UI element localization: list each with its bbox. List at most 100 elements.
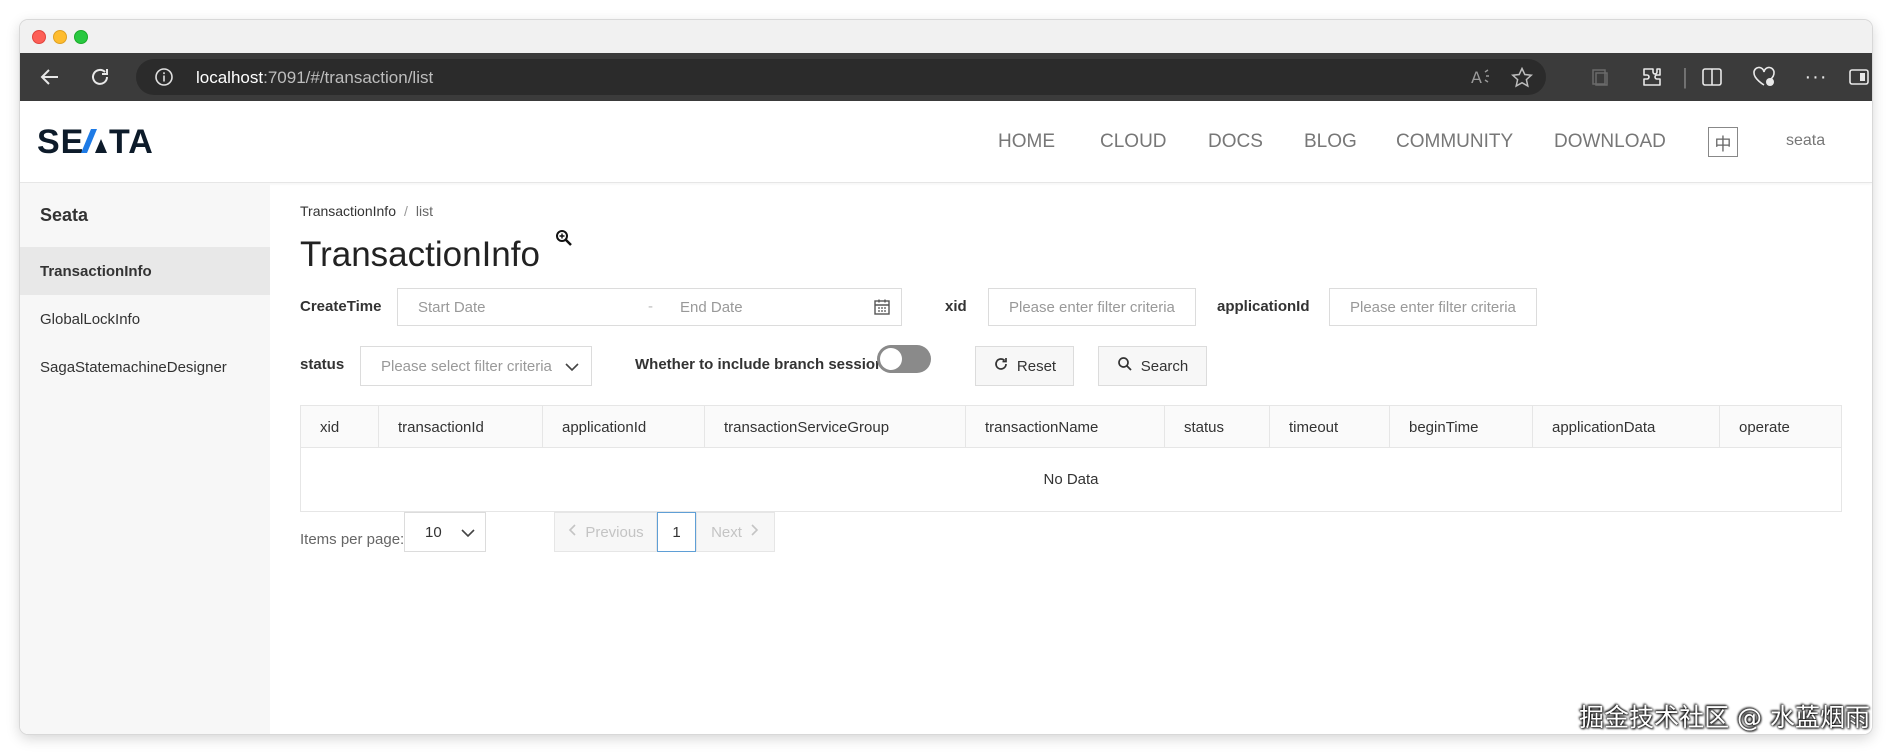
page-size-select[interactable]: 10 bbox=[404, 512, 486, 552]
next-page-button[interactable]: Next bbox=[696, 512, 775, 552]
reset-button-label: Reset bbox=[1016, 357, 1057, 375]
status-select[interactable]: Please select filter criteria bbox=[360, 346, 592, 386]
table-header: xid transactionId applicationId transact… bbox=[301, 406, 1841, 448]
browser-window: localhost:7091/#/transaction/list A | ··… bbox=[20, 20, 1872, 734]
url-host: localhost bbox=[196, 68, 264, 87]
column-header-begintime: beginTime bbox=[1390, 406, 1533, 448]
sidebar-item-label: GlobalLockInfo bbox=[40, 310, 141, 328]
nav-blog[interactable]: BLOG bbox=[1304, 131, 1357, 153]
site-info-icon[interactable] bbox=[154, 67, 174, 92]
sidebar-item-sagastatemachinedesigner[interactable]: SagaStatemachineDesigner bbox=[20, 343, 270, 391]
pagination: Previous 1 Next bbox=[554, 512, 775, 552]
seata-console: SE TA HOME CLOUD DOCS BLOG COMMUNITY DOW… bbox=[20, 101, 1872, 734]
nav-download[interactable]: DOWNLOAD bbox=[1554, 131, 1666, 153]
date-range-separator: - bbox=[648, 298, 653, 315]
nav-docs[interactable]: DOCS bbox=[1208, 131, 1263, 153]
xid-label: xid bbox=[945, 298, 967, 315]
watermark: 掘金技术社区 @ 水蓝烟雨 bbox=[1579, 703, 1870, 732]
refresh-icon bbox=[993, 356, 1009, 376]
page-title: TransactionInfo bbox=[300, 235, 540, 274]
search-icon bbox=[1117, 356, 1133, 376]
favorite-star-icon[interactable] bbox=[1510, 66, 1534, 93]
next-page-label: Next bbox=[711, 523, 742, 541]
breadcrumb-current: list bbox=[415, 203, 433, 219]
toolbar-divider: | bbox=[1682, 64, 1688, 89]
breadcrumb-root[interactable]: TransactionInfo bbox=[300, 203, 396, 219]
search-button-label: Search bbox=[1140, 357, 1189, 375]
column-header-operate: operate bbox=[1739, 418, 1790, 436]
nav-home[interactable]: HOME bbox=[998, 131, 1055, 153]
more-options-icon[interactable]: ··· bbox=[1796, 53, 1836, 101]
sidebar-item-label: TransactionInfo bbox=[40, 262, 152, 280]
read-aloud-icon[interactable]: A bbox=[1470, 67, 1492, 92]
svg-text:A: A bbox=[1471, 68, 1482, 87]
table-empty-message: No Data bbox=[1043, 471, 1099, 488]
maximize-window-button[interactable] bbox=[74, 30, 88, 44]
column-header-transactionname: transactionName bbox=[966, 406, 1165, 448]
back-arrow-icon[interactable] bbox=[30, 53, 70, 101]
column-header-transactionid: transactionId bbox=[379, 406, 543, 448]
chevron-down-icon bbox=[459, 524, 477, 547]
minimize-window-button[interactable] bbox=[53, 30, 67, 44]
status-select-placeholder: Please select filter criteria bbox=[381, 358, 552, 375]
nav-community[interactable]: COMMUNITY bbox=[1396, 131, 1513, 153]
column-header-applicationid: applicationId bbox=[543, 406, 705, 448]
svg-text:TA: TA bbox=[109, 123, 154, 159]
calendar-icon[interactable] bbox=[873, 298, 891, 321]
items-per-page-label: Items per page: bbox=[300, 531, 405, 548]
page-size-value: 10 bbox=[425, 524, 442, 541]
sidebar-item-transactioninfo[interactable]: TransactionInfo bbox=[20, 247, 270, 295]
split-screen-icon[interactable] bbox=[1692, 53, 1732, 101]
seata-logo[interactable]: SE TA bbox=[37, 123, 157, 159]
address-bar[interactable]: localhost:7091/#/transaction/list A bbox=[136, 59, 1546, 95]
column-header-xid: xid bbox=[301, 406, 379, 448]
applicationid-filter-input[interactable] bbox=[1329, 288, 1537, 326]
browser-essentials-icon[interactable] bbox=[1744, 53, 1784, 101]
url-text: localhost:7091/#/transaction/list bbox=[196, 68, 433, 88]
chevron-left-icon bbox=[567, 523, 579, 541]
column-header-timeout: timeout bbox=[1270, 406, 1390, 448]
status-label: status bbox=[300, 356, 345, 373]
applicationid-label: applicationId bbox=[1217, 298, 1310, 315]
createtime-range-picker[interactable]: Start Date - End Date bbox=[397, 288, 902, 326]
zoom-cursor-icon bbox=[555, 229, 573, 251]
window-titlebar bbox=[20, 20, 1872, 53]
column-header-status: status bbox=[1165, 406, 1270, 448]
breadcrumb: TransactionInfo / list bbox=[300, 203, 433, 219]
reload-icon[interactable] bbox=[80, 53, 120, 101]
page-number-button[interactable]: 1 bbox=[657, 512, 696, 552]
sidebar: Seata TransactionInfo GlobalLockInfo Sag… bbox=[20, 183, 270, 734]
breadcrumb-separator: / bbox=[403, 203, 408, 219]
language-switch-button[interactable]: 中 bbox=[1708, 127, 1738, 157]
tab-actions-icon[interactable] bbox=[1580, 53, 1620, 101]
createtime-label: CreateTime bbox=[300, 298, 382, 315]
sidebar-item-label: SagaStatemachineDesigner bbox=[40, 358, 227, 376]
end-date-input[interactable]: End Date bbox=[680, 299, 743, 316]
previous-page-label: Previous bbox=[585, 523, 644, 541]
xid-filter-input[interactable] bbox=[988, 288, 1196, 326]
branch-sessions-toggle[interactable] bbox=[877, 345, 931, 373]
svg-text:SE: SE bbox=[37, 123, 84, 159]
chevron-down-icon bbox=[563, 358, 581, 381]
start-date-input[interactable]: Start Date bbox=[418, 299, 486, 316]
previous-page-button[interactable]: Previous bbox=[554, 512, 657, 552]
extensions-icon[interactable] bbox=[1632, 53, 1672, 101]
column-header-applicationdata: applicationData bbox=[1533, 406, 1720, 448]
chevron-right-icon bbox=[748, 523, 760, 541]
url-path: :7091/#/transaction/list bbox=[263, 68, 434, 87]
browser-toolbar: localhost:7091/#/transaction/list A | ··… bbox=[20, 53, 1872, 101]
reset-button[interactable]: Reset bbox=[975, 346, 1074, 386]
toggle-knob bbox=[880, 348, 902, 370]
search-button[interactable]: Search bbox=[1098, 346, 1207, 386]
column-header-transactionservicegroup: transactionServiceGroup bbox=[705, 406, 966, 448]
sidebar-toggle-icon[interactable] bbox=[1846, 53, 1872, 101]
nav-cloud[interactable]: CLOUD bbox=[1100, 131, 1167, 153]
transaction-table: xid transactionId applicationId transact… bbox=[300, 405, 1842, 512]
top-header: SE TA HOME CLOUD DOCS BLOG COMMUNITY DOW… bbox=[20, 101, 1872, 183]
sidebar-item-globallockinfo[interactable]: GlobalLockInfo bbox=[20, 295, 270, 343]
branch-sessions-label: Whether to include branch sessions bbox=[635, 356, 893, 373]
user-name[interactable]: seata bbox=[1786, 132, 1825, 150]
sidebar-title: Seata bbox=[40, 205, 89, 225]
main-content: TransactionInfo / list TransactionInfo Cre… bbox=[270, 183, 1872, 734]
close-window-button[interactable] bbox=[32, 30, 46, 44]
